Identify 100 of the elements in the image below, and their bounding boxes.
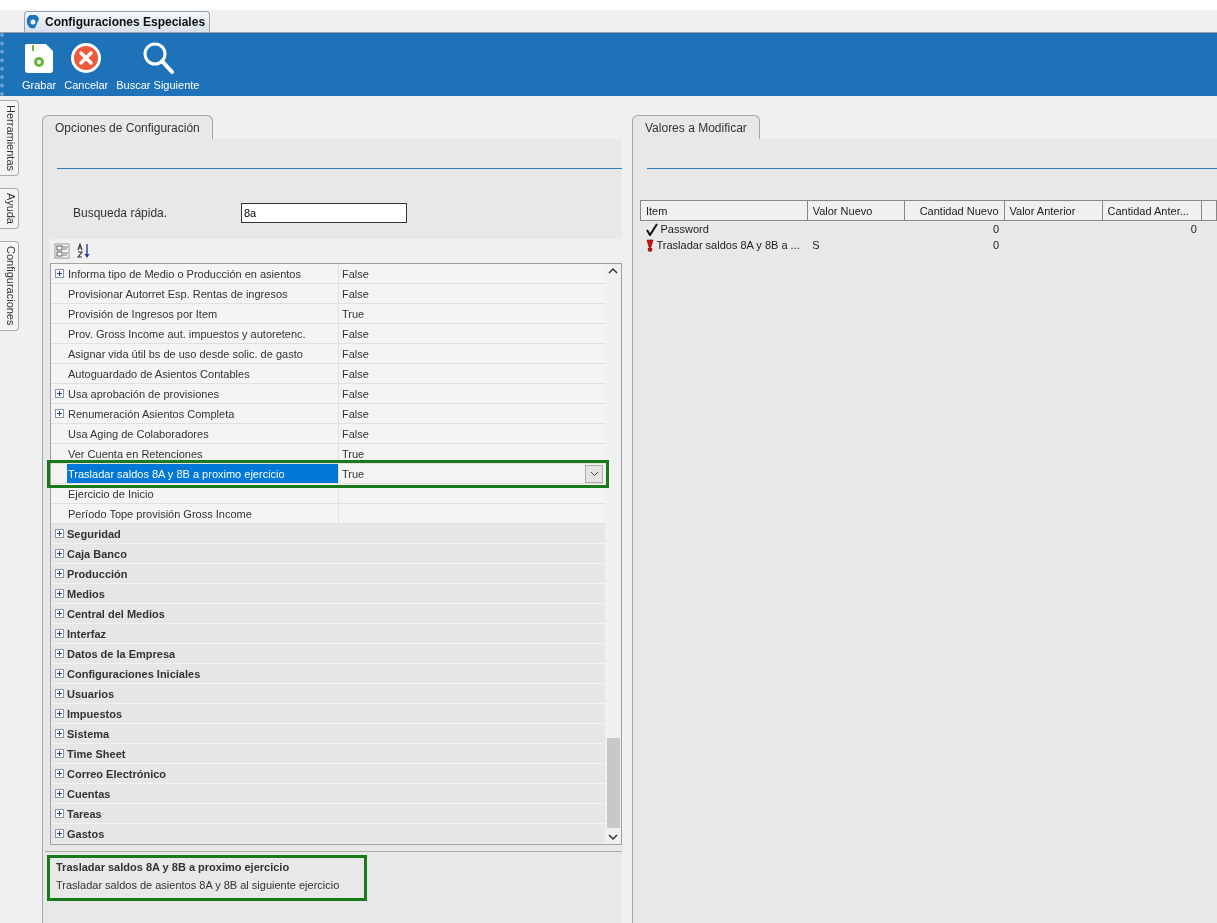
- property-value: False: [342, 387, 369, 400]
- category-name[interactable]: Cuentas: [67, 787, 111, 800]
- expand-icon[interactable]: [54, 629, 64, 638]
- property-value: False: [342, 287, 369, 300]
- table-cell: S: [812, 239, 820, 251]
- category-name[interactable]: Usuarios: [67, 687, 115, 700]
- category-name[interactable]: Time Sheet: [67, 747, 126, 760]
- property-row[interactable]: Informa tipo de Medio o Producción en asientos False: [51, 264, 605, 284]
- description-title: Trasladar saldos 8A y 8B a proximo ejercicio: [56, 861, 291, 873]
- table-cell: Trasladar saldos 8A y 8B a ...: [656, 239, 800, 251]
- search-field[interactable]: 8a: [241, 203, 407, 223]
- expand-icon[interactable]: [54, 769, 64, 778]
- property-name: Renumeración Asientos Completa: [67, 404, 339, 423]
- property-row[interactable]: Provisionar Autorret Esp. Rentas de ingresos False: [51, 284, 605, 304]
- table-cell: 0: [992, 239, 1000, 251]
- property-name: Informa tipo de Medio o Producción en asientos: [67, 264, 339, 283]
- property-row[interactable]: Asignar vida útil bs de uso desde solic. de gasto False: [51, 344, 605, 364]
- document-tab[interactable]: Configuraciones Especiales: [24, 11, 211, 32]
- property-row[interactable]: Provisión de Ingresos por Item True: [51, 304, 605, 324]
- side-tab[interactable]: Ayuda: [0, 188, 19, 230]
- category-name[interactable]: Sistema: [67, 727, 110, 740]
- property-name: Autoguardado de Asientos Contables: [67, 364, 339, 383]
- property-row[interactable]: Usa Aging de Colaboradores False: [51, 424, 605, 444]
- category-name[interactable]: Producción: [67, 567, 128, 580]
- table-cell: 0: [1190, 223, 1197, 235]
- table-cell: 0: [992, 223, 1000, 235]
- checkmark-icon: [645, 222, 658, 236]
- panel-tab[interactable]: Valores a Modificar: [632, 115, 760, 139]
- exclamation-icon: [645, 238, 654, 252]
- save-button[interactable]: Grabar: [20, 41, 59, 91]
- property-row[interactable]: Trasladar saldos 8A y 8B a proximo ejercicio True: [51, 464, 605, 484]
- sort-alphabetical-icon[interactable]: [76, 243, 92, 259]
- column-header[interactable]: Valor Nuevo: [807, 200, 905, 221]
- panel-tab[interactable]: Opciones de Configuración: [42, 115, 213, 139]
- expand-icon[interactable]: [54, 709, 64, 718]
- expand-icon[interactable]: [54, 529, 64, 538]
- column-header[interactable]: Cantidad Nuevo: [904, 200, 1005, 221]
- property-row[interactable]: Usa aprobación de provisiones False: [51, 384, 605, 404]
- cancel-icon: [69, 41, 104, 75]
- caret-icon: [589, 470, 599, 477]
- search-label: Busqueda rápida.: [73, 206, 169, 220]
- property-value: True: [342, 447, 365, 460]
- expand-icon[interactable]: [54, 549, 64, 558]
- property-name: Ver Cuenta en Retenciones: [67, 444, 339, 463]
- property-value: False: [342, 427, 369, 440]
- search-button[interactable]: Buscar Siguiente: [114, 41, 202, 91]
- side-tab[interactable]: Herramientas: [0, 100, 19, 177]
- expand-icon[interactable]: [54, 409, 64, 418]
- table-cell: Password: [660, 223, 709, 235]
- expand-icon[interactable]: [54, 749, 64, 758]
- expand-icon[interactable]: [54, 809, 64, 818]
- expand-icon[interactable]: [54, 689, 64, 698]
- category-name[interactable]: Configuraciones Iniciales: [67, 667, 201, 680]
- property-value: False: [342, 327, 369, 340]
- property-value: True: [342, 467, 365, 480]
- category-name[interactable]: Central del Medios: [67, 607, 165, 620]
- property-name: Provisión de Ingresos por Item: [67, 304, 339, 323]
- property-row[interactable]: Renumeración Asientos Completa False: [51, 404, 605, 424]
- categorized-view-icon[interactable]: [54, 243, 70, 259]
- side-tab[interactable]: Configuraciones: [0, 241, 19, 331]
- expand-icon[interactable]: [54, 589, 64, 598]
- expand-icon[interactable]: [54, 729, 64, 738]
- category-name[interactable]: Gastos: [67, 827, 105, 840]
- expand-icon[interactable]: [54, 829, 64, 838]
- column-header[interactable]: Item: [640, 200, 808, 221]
- property-row[interactable]: Autoguardado de Asientos Contables False: [51, 364, 605, 384]
- category-name[interactable]: Interfaz: [67, 627, 107, 640]
- description-text: Trasladar saldos de asientos 8A y 8B al siguiente ejercicio: [56, 879, 341, 891]
- scrollbar[interactable]: [605, 264, 621, 844]
- column-header[interactable]: Valor Anterior: [1004, 200, 1103, 221]
- property-name: Usa aprobación de provisiones: [67, 384, 339, 403]
- property-name: Provisionar Autorret Esp. Rentas de ingresos: [67, 284, 339, 303]
- property-name: Asignar vida útil bs de uso desde solic. de gasto: [67, 344, 339, 363]
- category-name[interactable]: Seguridad: [67, 527, 121, 540]
- property-value: True: [342, 307, 365, 320]
- expand-icon[interactable]: [54, 649, 64, 658]
- property-name: Prov. Gross Income aut. impuestos y autoretenc.: [67, 324, 339, 343]
- property-value: False: [342, 367, 369, 380]
- category-name[interactable]: Tareas: [67, 807, 102, 820]
- category-name[interactable]: Medios: [67, 587, 105, 600]
- column-header[interactable]: Cantidad Anter...: [1102, 200, 1202, 221]
- property-name: Ejercicio de Inicio: [67, 484, 339, 503]
- property-row[interactable]: Prov. Gross Income aut. impuestos y autoretenc. False: [51, 324, 605, 344]
- property-value: False: [342, 407, 369, 420]
- category-name[interactable]: Correo Electrónico: [67, 767, 167, 780]
- expand-icon[interactable]: [54, 789, 64, 798]
- category-name[interactable]: Impuestos: [67, 707, 122, 720]
- cancel-button[interactable]: Cancelar: [62, 41, 111, 91]
- category-name[interactable]: Datos de la Empresa: [67, 647, 176, 660]
- expand-icon[interactable]: [54, 269, 64, 278]
- property-row[interactable]: Ejercicio de Inicio: [51, 484, 605, 504]
- property-value: False: [342, 267, 369, 280]
- expand-icon[interactable]: [54, 609, 64, 618]
- expand-icon[interactable]: [54, 389, 64, 398]
- category-name[interactable]: Caja Banco: [67, 547, 127, 560]
- expand-icon[interactable]: [54, 669, 64, 678]
- scroll-thumb[interactable]: [606, 738, 620, 828]
- property-name: Usa Aging de Colaboradores: [67, 424, 339, 443]
- property-value: False: [342, 347, 369, 360]
- expand-icon[interactable]: [54, 569, 64, 578]
